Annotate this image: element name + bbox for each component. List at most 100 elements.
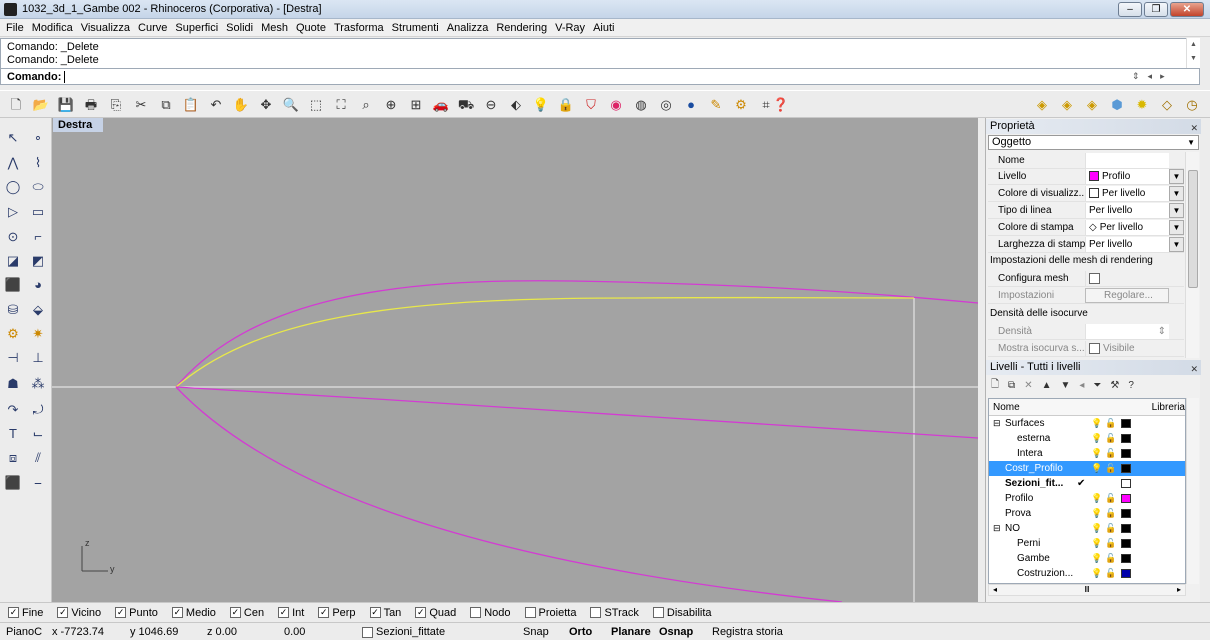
osnap-checkbox[interactable]: ✓ bbox=[278, 607, 290, 618]
minimize-button[interactable]: – bbox=[1118, 2, 1142, 17]
menu-analizza[interactable]: Analizza bbox=[443, 22, 493, 34]
curve-icon[interactable]: ⌇ bbox=[28, 153, 48, 173]
layer-color-swatch[interactable] bbox=[1121, 509, 1131, 518]
layer-color-swatch[interactable] bbox=[1121, 569, 1131, 578]
registra-storia-toggle[interactable]: Registra storia bbox=[712, 626, 783, 638]
explode-icon[interactable]: ✷ bbox=[28, 324, 48, 344]
osnap-checkbox[interactable] bbox=[524, 607, 536, 618]
layer-row[interactable]: Sezioni_fit... ✔ bbox=[989, 476, 1185, 491]
surface-icon[interactable]: ◪ bbox=[3, 251, 23, 271]
save-icon[interactable]: 💾 bbox=[56, 95, 76, 115]
unlock-icon[interactable]: 🔓 bbox=[1105, 448, 1119, 459]
print-color-select[interactable]: ◇ Per livello bbox=[1085, 219, 1169, 235]
light-bulb-icon[interactable]: 💡 bbox=[1091, 538, 1105, 549]
layer-row[interactable]: Intera 💡 🔓 bbox=[989, 446, 1185, 461]
tag-icon[interactable]: ◈ bbox=[1032, 95, 1052, 115]
chevron-down-icon[interactable]: ▼ bbox=[1169, 168, 1184, 184]
layer-color-swatch[interactable] bbox=[1121, 419, 1131, 428]
osnap-checkbox[interactable]: ✓ bbox=[369, 607, 381, 618]
layer-color-swatch[interactable] bbox=[1121, 494, 1131, 503]
chevron-down-icon[interactable]: ▼ bbox=[1169, 219, 1184, 235]
osnap-punto[interactable]: ✓ Punto bbox=[115, 607, 158, 619]
mesh-icon[interactable]: ⬙ bbox=[28, 300, 48, 320]
new-sublayer-icon[interactable]: ⧉ bbox=[1008, 380, 1015, 391]
viewport-title-tab[interactable]: Destra bbox=[53, 118, 103, 132]
ellipse-icon[interactable]: ⬭ bbox=[28, 177, 48, 197]
analyze-icon[interactable]: ⫽ bbox=[28, 448, 48, 468]
light-bulb-icon[interactable]: 💡 bbox=[1091, 508, 1105, 519]
properties-scrollbar[interactable] bbox=[1185, 152, 1199, 358]
col-library[interactable]: Libreria bbox=[1152, 402, 1185, 413]
snap-toggle[interactable]: Snap bbox=[523, 626, 549, 638]
help-icon[interactable]: ? bbox=[1128, 380, 1134, 391]
cylinder-icon[interactable]: ⛁ bbox=[3, 300, 23, 320]
menu-aiuti[interactable]: Aiuti bbox=[589, 22, 618, 34]
osnap-quad[interactable]: ✓ Quad bbox=[415, 607, 456, 619]
print-width-select[interactable]: Per livello bbox=[1085, 236, 1169, 252]
dimension-tool-icon[interactable]: ⌙ bbox=[28, 424, 48, 444]
osnap-checkbox[interactable]: ✓ bbox=[115, 607, 127, 618]
osnap-fine[interactable]: ✓ Fine bbox=[8, 607, 43, 619]
layer-color-swatch[interactable] bbox=[1121, 434, 1131, 443]
lock-icon[interactable]: 🔒 bbox=[556, 95, 576, 115]
surface-edge-icon[interactable]: ◩ bbox=[28, 251, 48, 271]
tools-icon[interactable]: ⚒ bbox=[1110, 380, 1119, 391]
new-layer-icon[interactable]: 🗋 bbox=[991, 377, 999, 394]
osnap-disabilita[interactable]: Disabilita bbox=[652, 607, 712, 619]
layer-row[interactable]: esterna 💡 🔓 bbox=[989, 431, 1185, 446]
command-nav-arrows[interactable]: ⇕ ◂ ▸ bbox=[1132, 69, 1200, 84]
point-icon[interactable]: ∘ bbox=[28, 128, 48, 148]
history-scrollbar[interactable]: ▲ ▼ bbox=[1186, 38, 1200, 68]
osnap-medio[interactable]: ✓ Medio bbox=[171, 607, 216, 619]
name-field[interactable] bbox=[1085, 152, 1169, 168]
undo-icon[interactable]: ↶ bbox=[206, 95, 226, 115]
command-line[interactable]: Comando: bbox=[0, 68, 1200, 85]
layer-row[interactable]: Prova 💡 🔓 bbox=[989, 506, 1185, 521]
osnap-checkbox[interactable]: ✓ bbox=[415, 607, 427, 618]
osnap-vicino[interactable]: ✓ Vicino bbox=[57, 607, 101, 619]
car-render-icon[interactable]: 🚗 bbox=[431, 95, 451, 115]
cplane-label[interactable]: PianoC bbox=[6, 626, 42, 638]
sun-icon[interactable]: ✹ bbox=[1132, 95, 1152, 115]
unlock-icon[interactable]: 🔓 bbox=[1105, 523, 1119, 534]
collapse-toggle-icon[interactable]: ⊟ bbox=[989, 418, 1005, 429]
render-preview-icon[interactable]: ⛟ bbox=[456, 95, 476, 115]
clock-icon[interactable]: ◷ bbox=[1182, 95, 1202, 115]
unlock-icon[interactable]: 🔓 bbox=[1105, 433, 1119, 444]
light-bulb-icon[interactable]: 💡 bbox=[1091, 433, 1105, 444]
col-name[interactable]: Nome bbox=[993, 402, 1115, 413]
close-panel-icon[interactable]: ✕ bbox=[1190, 121, 1198, 136]
close-panel-icon[interactable]: ✕ bbox=[1190, 362, 1198, 377]
layer-row[interactable]: Costr_Profilo 💡 🔓 bbox=[989, 461, 1185, 476]
group-icon[interactable]: ☗ bbox=[3, 374, 23, 394]
zoom-selected-icon[interactable]: ⌕ bbox=[356, 95, 376, 115]
polyline-icon[interactable]: ⋀ bbox=[3, 153, 23, 173]
menu-file[interactable]: File bbox=[2, 22, 28, 34]
layer-color-swatch[interactable] bbox=[1121, 449, 1131, 458]
menu-strumenti[interactable]: Strumenti bbox=[388, 22, 443, 34]
spin-icon[interactable]: ⇕ bbox=[1132, 71, 1140, 82]
osnap-strack[interactable]: STrack bbox=[590, 607, 639, 619]
maximize-button[interactable]: ❐ bbox=[1144, 2, 1168, 17]
light-bulb-icon[interactable]: 💡 bbox=[1091, 448, 1105, 459]
boolean-icon[interactable]: ◕ bbox=[28, 275, 48, 295]
tag-icon[interactable]: ◈ bbox=[1082, 95, 1102, 115]
current-layer[interactable]: Sezioni_fittate bbox=[362, 626, 445, 638]
osnap-icon[interactable]: ⊖ bbox=[481, 95, 501, 115]
configura-mesh-checkbox[interactable] bbox=[1089, 272, 1100, 284]
viewport-canvas[interactable] bbox=[52, 118, 978, 602]
text-icon[interactable]: T bbox=[3, 424, 23, 444]
move-down-icon[interactable]: ▼ bbox=[1060, 380, 1070, 391]
polygon-icon[interactable]: ▷ bbox=[3, 202, 23, 222]
layer-row[interactable]: Perni 💡 🔓 bbox=[989, 536, 1185, 551]
blue-sphere-icon[interactable]: ● bbox=[681, 95, 701, 115]
sphere-outline-icon[interactable]: ◍ bbox=[631, 95, 651, 115]
menu-solidi[interactable]: Solidi bbox=[222, 22, 257, 34]
osnap-int[interactable]: ✓ Int bbox=[278, 607, 304, 619]
select-arrow-icon[interactable]: ↖ bbox=[3, 128, 23, 148]
osnap-checkbox[interactable]: ✓ bbox=[8, 607, 19, 618]
menu-mesh[interactable]: Mesh bbox=[257, 22, 292, 34]
menu-vray[interactable]: V-Ray bbox=[551, 22, 589, 34]
layer-row[interactable]: Profilo 💡 🔓 bbox=[989, 491, 1185, 506]
help-icon[interactable]: ❓ bbox=[771, 95, 791, 115]
